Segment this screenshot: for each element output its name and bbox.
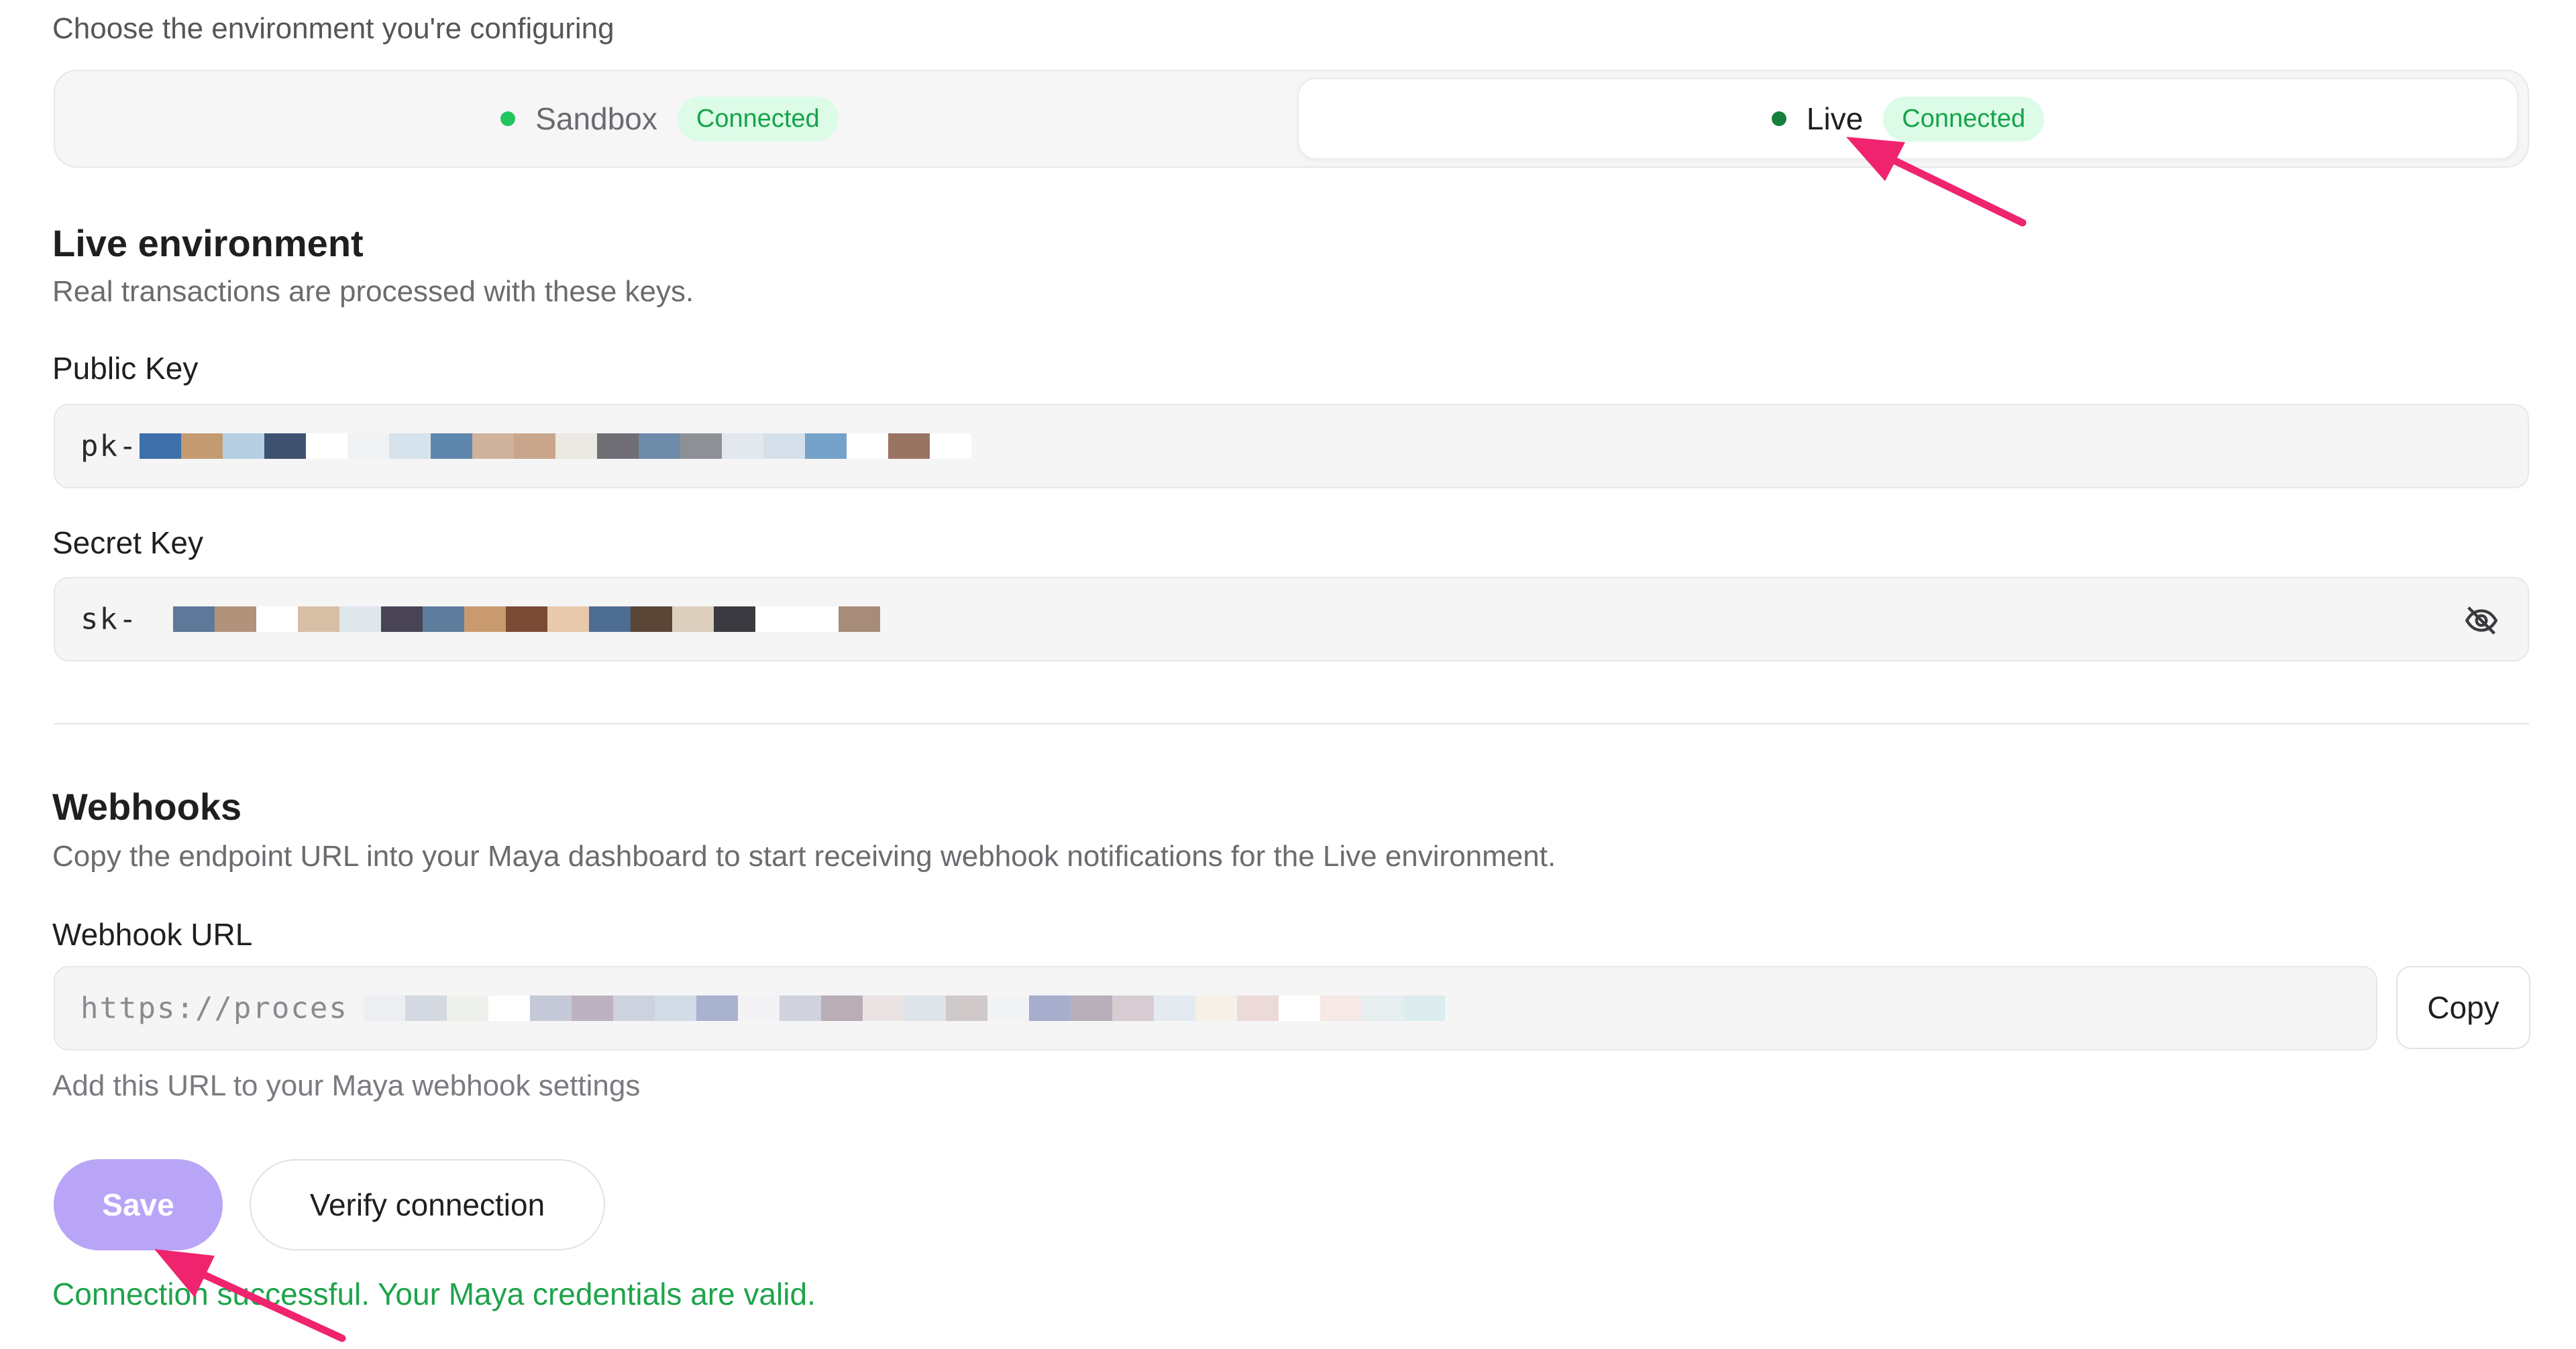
secret-key-value: sk- <box>80 602 138 637</box>
copy-button[interactable]: Copy <box>2396 966 2530 1049</box>
status-badge: Connected <box>677 96 839 142</box>
status-badge: Connected <box>1883 96 2045 142</box>
section-description-live: Real transactions are processed with the… <box>52 275 694 308</box>
webhook-url-label: Webhook URL <box>52 917 253 952</box>
environment-switcher: Sandbox Connected Live Connected <box>54 70 2529 168</box>
public-key-field[interactable]: pk- <box>54 404 2529 488</box>
webhook-url-value: https://proces <box>80 991 348 1026</box>
env-option-sandbox[interactable]: Sandbox Connected <box>59 78 1280 160</box>
section-title-live: Live environment <box>52 222 364 264</box>
section-divider <box>54 723 2529 724</box>
redacted-block <box>364 995 1445 1021</box>
connection-status-message: Connection successful. Your Maya credent… <box>52 1277 816 1311</box>
status-dot-icon <box>1771 111 1786 126</box>
webhook-hint: Add this URL to your Maya webhook settin… <box>52 1069 641 1102</box>
save-button[interactable]: Save <box>54 1159 223 1250</box>
secret-key-label: Secret Key <box>52 525 203 560</box>
status-dot-icon <box>500 111 516 126</box>
webhook-url-field[interactable]: https://proces <box>54 966 2377 1050</box>
secret-key-field[interactable]: sk- <box>54 577 2529 661</box>
public-key-value: pk- <box>80 429 138 464</box>
redacted-block <box>173 606 880 632</box>
redacted-block <box>140 433 971 459</box>
env-option-live[interactable]: Live Connected <box>1297 78 2518 160</box>
verify-connection-button[interactable]: Verify connection <box>250 1159 605 1250</box>
eye-off-icon[interactable] <box>2462 601 2501 640</box>
public-key-label: Public Key <box>52 351 199 386</box>
section-title-webhooks: Webhooks <box>52 786 242 828</box>
env-option-label: Live <box>1806 101 1864 136</box>
env-option-label: Sandbox <box>535 101 657 136</box>
section-description-webhooks: Copy the endpoint URL into your Maya das… <box>52 840 1556 873</box>
maya-settings-page: Choose the environment you're configurin… <box>0 0 2576 1349</box>
environment-prompt: Choose the environment you're configurin… <box>52 12 614 45</box>
